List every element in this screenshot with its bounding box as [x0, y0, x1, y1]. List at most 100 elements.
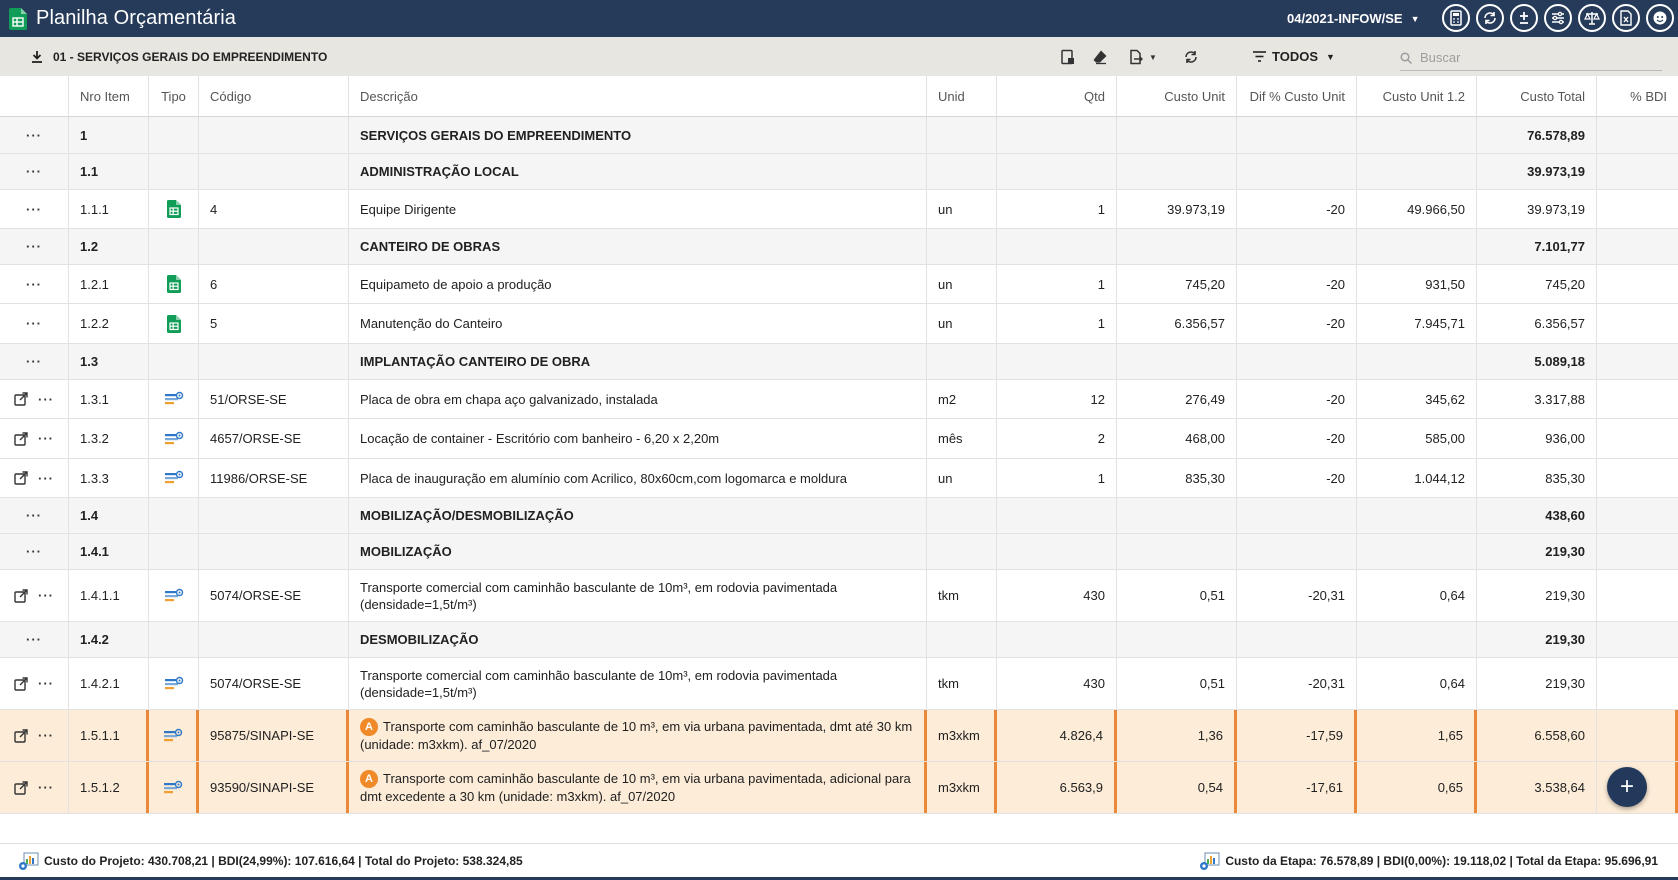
more-options-icon[interactable]: ···	[26, 239, 42, 254]
cell-dif-custo-unit	[1237, 498, 1357, 533]
open-external-icon[interactable]	[14, 431, 28, 446]
cell-nro-item: 1.2.1	[69, 265, 149, 303]
header-custo-unit[interactable]: Custo Unit	[1117, 76, 1237, 116]
group-row[interactable]: ··· 1.4.2 DESMOBILIZAÇÃO 219,30	[0, 622, 1678, 658]
calculator-button[interactable]	[1442, 4, 1470, 32]
table-row[interactable]: ··· 1.3.1 51/ORSE-SE Placa de obra em chapa…	[0, 380, 1678, 419]
header-descricao[interactable]: Descrição	[349, 76, 927, 116]
sliders-icon	[1552, 11, 1564, 25]
cell-dif-custo-unit: -20	[1237, 304, 1357, 343]
cell-codigo: 4	[199, 190, 349, 228]
plus-minus-button[interactable]	[1510, 4, 1538, 32]
cell-custo-total: 6.558,60	[1477, 710, 1597, 761]
balance-button[interactable]	[1578, 4, 1606, 32]
eraser-button[interactable]	[1092, 48, 1108, 66]
cell-bdi	[1597, 419, 1678, 458]
settings-sliders-button[interactable]	[1544, 4, 1572, 32]
refresh-button[interactable]	[1476, 4, 1504, 32]
open-external-icon[interactable]	[14, 471, 28, 485]
more-options-icon[interactable]: ···	[26, 277, 42, 292]
more-options-icon[interactable]: ···	[26, 508, 42, 523]
group-row[interactable]: ··· 1 SERVIÇOS GERAIS DO EMPREENDIMENTO 76.…	[0, 117, 1678, 154]
excel-export-button[interactable]	[1612, 4, 1640, 32]
header-custo-unit-12[interactable]: Custo Unit 1.2	[1357, 76, 1477, 116]
more-options-icon[interactable]: ···	[38, 588, 54, 603]
open-external-icon[interactable]	[14, 728, 28, 743]
table-row[interactable]: ··· 1.2.2 5 Manutenção do Canteiro un 1 6.356,…	[0, 304, 1678, 344]
more-options-icon[interactable]: ···	[38, 431, 54, 446]
open-external-icon[interactable]	[14, 780, 28, 795]
more-options-icon[interactable]: ···	[26, 632, 42, 647]
table-row[interactable]: ··· 1.3.3 11986/ORSE-SE Placa de inauguraçã…	[0, 459, 1678, 498]
table-row[interactable]: ··· 1.5.1.2 93590/SINAPI-SE A Transporte com…	[0, 762, 1678, 814]
cell-bdi	[1597, 344, 1678, 379]
cell-codigo: 4657/ORSE-SE	[199, 419, 349, 458]
section-title[interactable]: 01 - SERVIÇOS GERAIS DO EMPREENDIMENTO	[31, 37, 327, 76]
cell-descricao: Placa de obra em chapa aço galvanizado, …	[349, 380, 927, 418]
table-row[interactable]: ··· 1.4.2.1 5074/ORSE-SE Transporte comerci…	[0, 658, 1678, 710]
filter-dropdown[interactable]: TODOS ▼	[1253, 37, 1335, 76]
more-options-icon[interactable]: ···	[38, 780, 54, 795]
header-tipo[interactable]: Tipo	[149, 76, 199, 116]
group-row[interactable]: ··· 1.3 IMPLANTAÇÃO CANTEIRO DE OBRA 5.089,…	[0, 344, 1678, 380]
cell-bdi	[1597, 710, 1678, 761]
cell-bdi	[1597, 459, 1678, 497]
cell-dif-custo-unit: -20	[1237, 380, 1357, 418]
row-actions: ···	[0, 658, 69, 709]
cell-descricao: CANTEIRO DE OBRAS	[349, 229, 927, 264]
table-row[interactable]: ··· 1.1.1 4 Equipe Dirigente un 1 39.973,19 -20…	[0, 190, 1678, 229]
group-row[interactable]: ··· 1.2 CANTEIRO DE OBRAS 7.101,77	[0, 229, 1678, 265]
header-qtd[interactable]: Qtd	[997, 76, 1117, 116]
more-options-icon[interactable]: ···	[38, 392, 54, 407]
more-options-icon[interactable]: ···	[26, 354, 42, 369]
header-dif-custo-unit[interactable]: Dif % Custo Unit	[1237, 76, 1357, 116]
user-menu-button[interactable]	[1646, 4, 1674, 32]
search-icon	[1400, 51, 1412, 64]
cell-descricao: IMPLANTAÇÃO CANTEIRO DE OBRA	[349, 344, 927, 379]
group-row[interactable]: ··· 1.1 ADMINISTRAÇÃO LOCAL 39.973,19	[0, 154, 1678, 190]
group-row[interactable]: ··· 1.4 MOBILIZAÇÃO/DESMOBILIZAÇÃO 438,60	[0, 498, 1678, 534]
open-external-icon[interactable]	[14, 588, 28, 603]
row-actions: ···	[0, 344, 69, 379]
cell-descricao: Equipe Dirigente	[349, 190, 927, 228]
export-menu-button[interactable]: ▼	[1128, 48, 1157, 66]
header-custo-total[interactable]: Custo Total	[1477, 76, 1597, 116]
caret-down-icon: ▼	[1410, 13, 1420, 24]
more-options-icon[interactable]: ···	[26, 202, 42, 217]
app-title: Planilha Orçamentária	[36, 7, 236, 29]
cell-qtd: 2	[997, 419, 1117, 458]
cell-dif-custo-unit: -17,59	[1237, 710, 1357, 761]
cell-qtd	[997, 534, 1117, 569]
cell-nro-item: 1.4.2.1	[69, 658, 149, 709]
table-row[interactable]: ··· 1.2.1 6 Equipameto de apoio a produção u…	[0, 265, 1678, 304]
table-row[interactable]: ··· 1.5.1.1 95875/SINAPI-SE A Transporte com…	[0, 710, 1678, 762]
more-options-icon[interactable]: ···	[26, 544, 42, 559]
price-base-icon	[164, 676, 183, 689]
cell-tipo	[149, 762, 199, 813]
table-row[interactable]: ··· 1.4.1.1 5074/ORSE-SE Transporte comerci…	[0, 570, 1678, 622]
open-external-icon[interactable]	[14, 392, 28, 406]
reference-select[interactable]: 04/2021-INFOW/SE ▼	[1287, 0, 1420, 37]
more-options-icon[interactable]: ···	[26, 316, 42, 331]
header-bdi[interactable]: % BDI	[1597, 76, 1678, 116]
more-options-icon[interactable]: ···	[26, 164, 42, 179]
cell-custo-unit-12	[1357, 622, 1477, 657]
new-item-button[interactable]	[1060, 48, 1076, 66]
add-item-fab[interactable]: +	[1607, 767, 1647, 807]
group-row[interactable]: ··· 1.4.1 MOBILIZAÇÃO 219,30	[0, 534, 1678, 570]
header-unid[interactable]: Unid	[927, 76, 997, 116]
more-options-icon[interactable]: ···	[38, 471, 54, 486]
header-codigo[interactable]: Código	[199, 76, 349, 116]
top-actions	[1442, 4, 1674, 32]
open-external-icon[interactable]	[14, 676, 28, 691]
search-input[interactable]	[1420, 50, 1640, 65]
description-text: SERVIÇOS GERAIS DO EMPREENDIMENTO	[360, 127, 632, 143]
sync-button[interactable]	[1183, 48, 1199, 66]
table-row[interactable]: ··· 1.3.2 4657/ORSE-SE Locação de container…	[0, 419, 1678, 459]
header-nro-item[interactable]: Nro Item	[69, 76, 149, 116]
more-options-icon[interactable]: ···	[38, 728, 54, 743]
cell-custo-total: 3.317,88	[1477, 380, 1597, 418]
more-options-icon[interactable]: ···	[38, 676, 54, 691]
more-options-icon[interactable]: ···	[26, 128, 42, 143]
cell-codigo: 5074/ORSE-SE	[199, 570, 349, 621]
